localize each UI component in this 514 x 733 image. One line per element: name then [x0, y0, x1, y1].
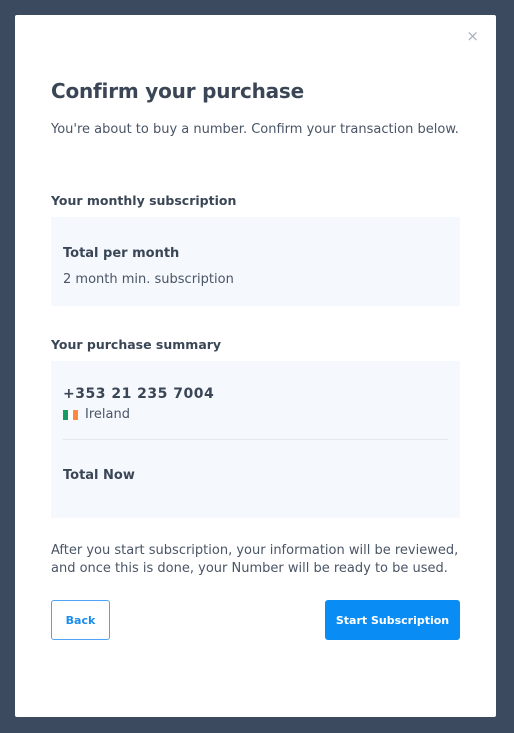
start-subscription-button[interactable]: Start Subscription — [325, 600, 460, 640]
confirm-purchase-modal: × Confirm your purchase You're about to … — [15, 15, 496, 717]
country-name: Ireland — [85, 407, 130, 422]
summary-divider — [63, 439, 448, 440]
review-note: After you start subscription, your infor… — [51, 543, 459, 576]
purchase-summary-panel: +353 21 235 7004 Ireland Total Now — [51, 361, 460, 518]
modal-title: Confirm your purchase — [51, 79, 304, 103]
monthly-subscription-panel: Total per month 2 month min. subscriptio… — [51, 217, 460, 306]
modal-subtitle: You're about to buy a number. Confirm yo… — [51, 122, 459, 137]
total-now-label: Total Now — [63, 468, 135, 483]
country-row: Ireland — [63, 407, 130, 422]
monthly-subscription-heading: Your monthly subscription — [51, 193, 237, 208]
ireland-flag-icon — [63, 409, 78, 420]
back-button[interactable]: Back — [51, 600, 110, 640]
close-icon[interactable]: × — [466, 29, 479, 44]
purchase-summary-heading: Your purchase summary — [51, 337, 222, 352]
phone-number: +353 21 235 7004 — [63, 386, 215, 402]
total-per-month-label: Total per month — [63, 246, 180, 261]
minimum-term-text: 2 month min. subscription — [63, 272, 234, 287]
